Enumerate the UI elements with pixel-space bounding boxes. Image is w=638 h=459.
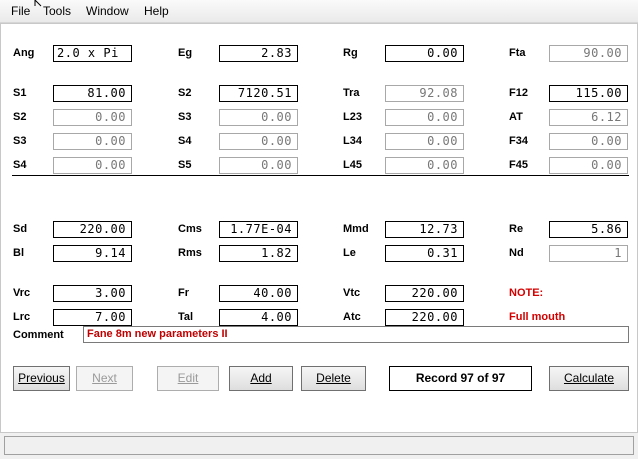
field-le[interactable]: 0.31 [385, 245, 464, 262]
field-l23: 0.00 [385, 109, 464, 126]
comment-field[interactable]: Fane 8m new parameters II [83, 326, 629, 343]
label-tal: Tal [178, 311, 194, 323]
label-ang: Ang [13, 47, 35, 59]
menu-help[interactable]: Help [144, 4, 169, 18]
edit-button[interactable]: Edit [157, 366, 219, 391]
label-s2: S2 [13, 111, 27, 123]
field-cms[interactable]: 1.77E-04 [219, 221, 298, 238]
field-tra: 92.08 [385, 85, 464, 102]
field-s3: 0.00 [53, 133, 132, 150]
field-fta: 90.00 [549, 45, 628, 62]
record-indicator: Record 97 of 97 [389, 366, 532, 391]
label-rg: Rg [343, 47, 358, 59]
menu-window[interactable]: Window [86, 4, 129, 18]
label-l23: L23 [343, 111, 362, 123]
field-eg[interactable]: 2.83 [219, 45, 298, 62]
menu-file[interactable]: File [11, 4, 30, 18]
label-re: Re [509, 223, 524, 235]
field-f12[interactable]: 115.00 [549, 85, 628, 102]
field-f45: 0.00 [549, 157, 628, 174]
add-button[interactable]: Add [229, 366, 293, 391]
field-nd: 1 [549, 245, 628, 262]
field-sd[interactable]: 220.00 [53, 221, 132, 238]
previous-button[interactable]: Previous [13, 366, 70, 391]
field-s1[interactable]: 81.00 [53, 85, 132, 102]
field-vrc[interactable]: 3.00 [53, 285, 132, 302]
label-atc: Atc [343, 311, 361, 323]
label-at: AT [509, 111, 523, 123]
label-bl: Bl [13, 247, 24, 259]
label-f45: F45 [509, 159, 528, 171]
label-s3: S3 [13, 135, 27, 147]
field-re[interactable]: 5.86 [549, 221, 628, 238]
label-s4: S4 [13, 159, 27, 171]
mouse-cursor-icon [34, 0, 42, 7]
status-bar [4, 436, 634, 455]
label-comment: Comment [13, 329, 64, 341]
label-lrc: Lrc [13, 311, 31, 323]
field-s3-col2: 0.00 [219, 109, 298, 126]
label-rms: Rms [178, 247, 202, 259]
label-nd: Nd [509, 247, 524, 259]
label-s3-col2: S3 [178, 111, 192, 123]
field-rg[interactable]: 0.00 [385, 45, 464, 62]
label-fta: Fta [509, 47, 526, 59]
label-f12: F12 [509, 87, 528, 99]
note-text: Full mouth [509, 311, 566, 323]
next-button[interactable]: Next [76, 366, 133, 391]
label-l34: L34 [343, 135, 362, 147]
label-tra: Tra [343, 87, 360, 99]
label-l45: L45 [343, 159, 362, 171]
field-rms[interactable]: 1.82 [219, 245, 298, 262]
field-lrc[interactable]: 7.00 [53, 309, 132, 326]
note-label: NOTE: [509, 287, 544, 299]
delete-button[interactable]: Delete [301, 366, 366, 391]
calculate-button[interactable]: Calculate [549, 366, 629, 391]
field-at: 6.12 [549, 109, 628, 126]
field-s4-col2: 0.00 [219, 133, 298, 150]
field-f34: 0.00 [549, 133, 628, 150]
field-s2-col2[interactable]: 7120.51 [219, 85, 298, 102]
label-cms: Cms [178, 223, 202, 235]
field-l45: 0.00 [385, 157, 464, 174]
label-s1: S1 [13, 87, 27, 99]
field-ang[interactable]: 2.0 x Pi [53, 45, 132, 62]
label-s2-col2: S2 [178, 87, 192, 99]
label-sd: Sd [13, 223, 28, 235]
menu-bar: File Tools Window Help [0, 0, 638, 23]
field-vtc[interactable]: 220.00 [385, 285, 464, 302]
label-le: Le [343, 247, 356, 259]
label-eg: Eg [178, 47, 193, 59]
field-l34: 0.00 [385, 133, 464, 150]
field-mmd[interactable]: 12.73 [385, 221, 464, 238]
label-s4-col2: S4 [178, 135, 192, 147]
field-bl[interactable]: 9.14 [53, 245, 132, 262]
field-s2: 0.00 [53, 109, 132, 126]
label-fr: Fr [178, 287, 189, 299]
field-fr[interactable]: 40.00 [219, 285, 298, 302]
section-divider [12, 175, 629, 176]
field-atc[interactable]: 220.00 [385, 309, 464, 326]
field-tal[interactable]: 4.00 [219, 309, 298, 326]
label-vtc: Vtc [343, 287, 361, 299]
field-s4: 0.00 [53, 157, 132, 174]
label-f34: F34 [509, 135, 528, 147]
label-s5: S5 [178, 159, 192, 171]
label-vrc: Vrc [13, 287, 31, 299]
field-s5: 0.00 [219, 157, 298, 174]
label-mmd: Mmd [343, 223, 369, 235]
